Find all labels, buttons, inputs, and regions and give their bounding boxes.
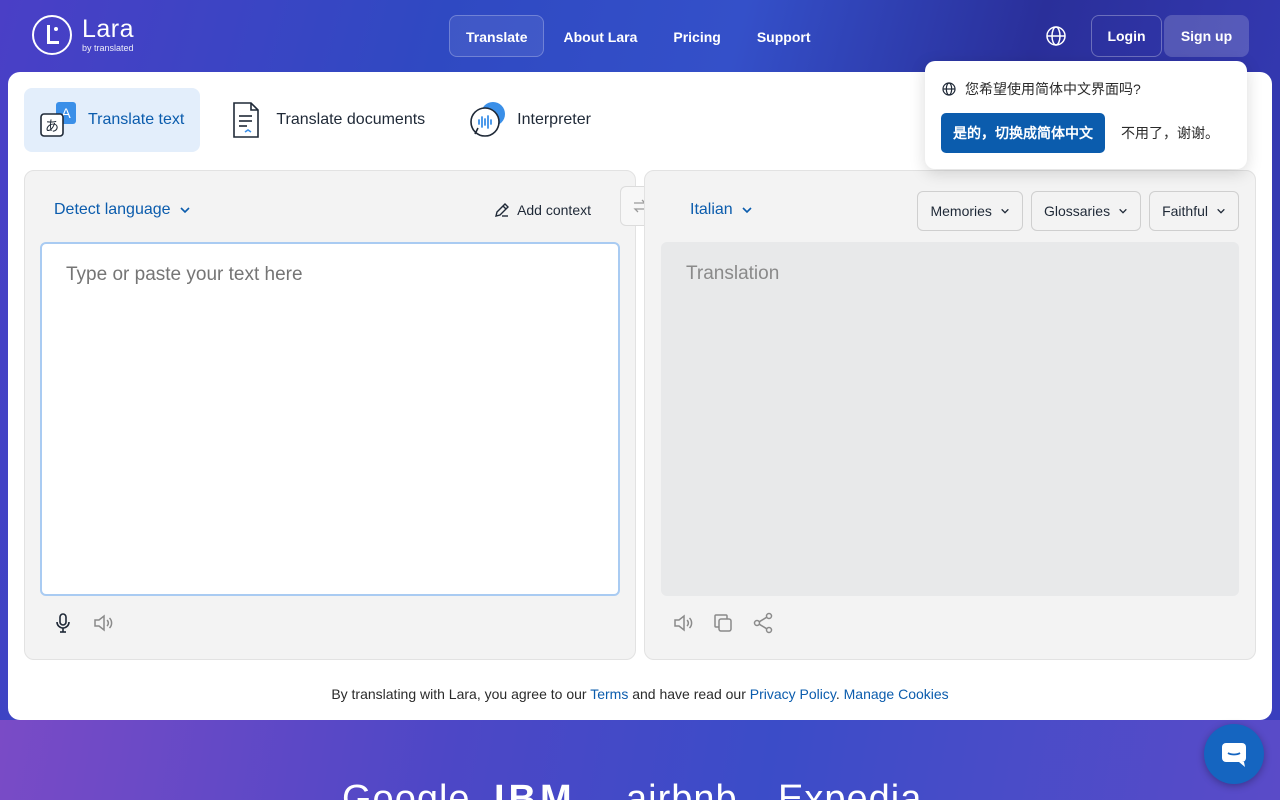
target-actions <box>671 611 775 635</box>
source-language-label: Detect language <box>54 201 171 218</box>
mode-tabs: A あ Translate text Translate documents I… <box>24 88 607 152</box>
nav-links: Translate About Lara Pricing Support <box>449 15 828 57</box>
lara-logo[interactable]: Lara by translated <box>32 15 134 55</box>
nav-pricing[interactable]: Pricing <box>656 15 737 57</box>
legal-sep: . <box>835 686 844 702</box>
tab-interpreter[interactable]: Interpreter <box>453 88 607 152</box>
memories-label: Memories <box>930 203 992 219</box>
popup-question-text: 您希望使用简体中文界面吗? <box>965 81 1141 97</box>
source-text-input[interactable] <box>40 242 620 596</box>
microphone-icon[interactable] <box>51 611 75 635</box>
target-language-select[interactable]: Italian <box>690 201 753 219</box>
popup-question: 您希望使用简体中文界面吗? <box>941 79 1141 99</box>
glossaries-label: Glossaries <box>1043 203 1111 219</box>
lara-logo-icon <box>32 15 72 55</box>
brand-expedia: Expedia <box>778 778 923 800</box>
translator-card: A あ Translate text Translate documents I… <box>8 72 1272 720</box>
glossaries-button[interactable]: Glossaries <box>1030 191 1142 231</box>
chevron-down-icon <box>1001 208 1009 214</box>
source-language-select[interactable]: Detect language <box>54 201 191 219</box>
document-icon <box>226 100 266 140</box>
share-icon[interactable] <box>751 611 775 635</box>
target-controls: Memories Glossaries Faithful <box>917 191 1239 231</box>
privacy-link[interactable]: Privacy Policy <box>750 686 836 702</box>
memories-button[interactable]: Memories <box>917 191 1023 231</box>
cookies-link[interactable]: Manage Cookies <box>844 686 949 702</box>
translate-text-icon: A あ <box>38 100 78 140</box>
chevron-down-icon <box>742 207 752 214</box>
brand-google: Google <box>342 778 471 800</box>
logo-sub: by translated <box>82 43 134 53</box>
chat-support-button[interactable] <box>1204 724 1264 784</box>
source-panel: Detect language Add context <box>24 170 636 660</box>
target-language-label: Italian <box>690 201 733 218</box>
add-context-button[interactable]: Add context <box>494 202 591 218</box>
target-panel: Italian Memories Glossaries Faithful Tra… <box>644 170 1256 660</box>
tab-translate-text[interactable]: A あ Translate text <box>24 88 201 152</box>
legal-notice: By translating with Lara, you agree to o… <box>8 686 1272 702</box>
tab-label: Translate documents <box>276 111 426 128</box>
style-label: Faithful <box>1162 203 1208 219</box>
style-select-button[interactable]: Faithful <box>1149 191 1239 231</box>
logo-name: Lara <box>82 15 135 43</box>
legal-prefix: By translating with Lara, you agree to o… <box>331 686 591 702</box>
login-button[interactable]: Login <box>1091 15 1162 57</box>
globe-icon <box>942 82 956 96</box>
translation-output: Translation <box>661 242 1239 596</box>
chat-icon <box>1222 743 1246 767</box>
brand-ibm: IBM <box>494 778 576 800</box>
svg-text:あ: あ <box>45 119 59 135</box>
switch-language-yes-button[interactable]: 是的，切换成简体中文 <box>941 113 1105 153</box>
brand-airbnb: airbnb <box>626 778 738 800</box>
chevron-down-icon <box>179 207 190 214</box>
language-switch-popup: 您希望使用简体中文界面吗? 是的，切换成简体中文 不用了，谢谢。 <box>925 61 1247 169</box>
pencil-icon <box>495 203 510 217</box>
switch-language-no-button[interactable]: 不用了，谢谢。 <box>1121 113 1219 153</box>
nav-support[interactable]: Support <box>740 15 828 57</box>
tab-label: Interpreter <box>517 111 591 128</box>
tab-translate-documents[interactable]: Translate documents <box>212 88 441 152</box>
copy-icon[interactable] <box>711 611 735 635</box>
source-actions <box>51 611 115 635</box>
nav-translate[interactable]: Translate <box>449 15 545 57</box>
interpreter-icon <box>467 100 507 140</box>
globe-icon[interactable] <box>1044 24 1068 48</box>
signup-button[interactable]: Sign up <box>1164 15 1249 57</box>
speaker-icon[interactable] <box>91 611 115 635</box>
chevron-down-icon <box>1217 208 1225 214</box>
chevron-down-icon <box>1119 208 1127 214</box>
nav-about[interactable]: About Lara <box>546 15 654 57</box>
add-context-label: Add context <box>517 202 591 218</box>
speaker-icon[interactable] <box>671 611 695 635</box>
legal-middle: and have read our <box>628 686 750 702</box>
terms-link[interactable]: Terms <box>590 686 628 702</box>
tab-label: Translate text <box>88 111 185 128</box>
